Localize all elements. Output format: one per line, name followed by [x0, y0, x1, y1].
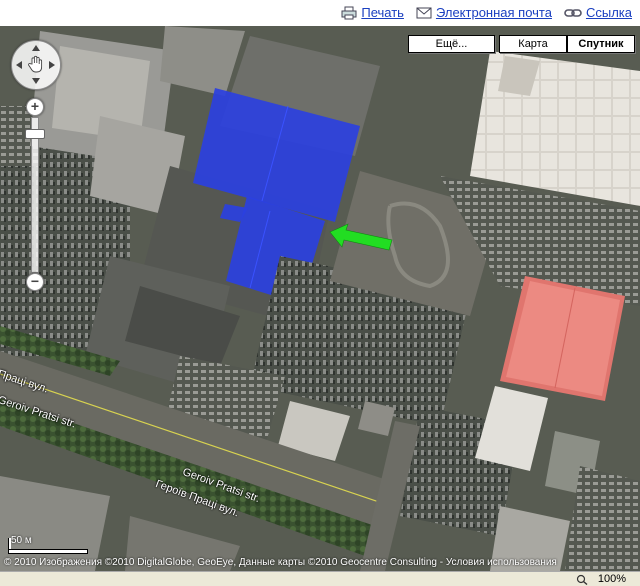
share-link-label: Ссылка [585, 5, 632, 20]
map-copyright: © 2010 Изображения ©2010 DigitalGlobe, G… [4, 557, 557, 568]
pan-right-button[interactable] [49, 61, 55, 69]
share-link[interactable]: Ссылка [564, 5, 632, 20]
envelope-icon [416, 7, 432, 18]
zoom-in-button[interactable]: + [26, 98, 44, 116]
more-map-types-button[interactable]: Ещё... [408, 35, 495, 53]
zoom-slider-handle[interactable] [25, 129, 45, 139]
print-link[interactable]: Печать [341, 5, 404, 20]
magnifier-icon[interactable] [576, 574, 588, 585]
printer-icon [341, 6, 357, 19]
pan-down-button[interactable] [32, 78, 40, 84]
zoom-level-indicator[interactable]: 100% [598, 572, 626, 586]
satellite-imagery [0, 26, 640, 571]
chain-link-icon [564, 8, 582, 17]
top-link-bar: Печать Электронная почта Ссылка [0, 0, 640, 26]
scale-label: 50 м [11, 535, 32, 546]
email-link[interactable]: Электронная почта [416, 5, 552, 20]
map-type-satellite-button[interactable]: Спутник [567, 35, 635, 53]
browser-status-bar: 100% [0, 571, 640, 586]
satellite-map[interactable]: Праці вул. Geroiv Pratsi str. Geroiv Pra… [0, 26, 640, 571]
scale-bar [8, 549, 88, 554]
top-links: Печать Электронная почта Ссылка [341, 5, 632, 20]
map-type-map-button[interactable]: Карта [499, 35, 567, 53]
zoom-out-button[interactable]: − [26, 273, 44, 291]
pan-control [11, 40, 61, 90]
hand-icon [28, 55, 43, 73]
map-scale: 50 м [8, 535, 88, 554]
pan-up-button[interactable] [32, 45, 40, 51]
zoom-slider-track[interactable] [31, 117, 39, 273]
email-link-label: Электронная почта [435, 5, 552, 20]
pan-left-button[interactable] [16, 61, 22, 69]
print-link-label: Печать [361, 5, 404, 20]
